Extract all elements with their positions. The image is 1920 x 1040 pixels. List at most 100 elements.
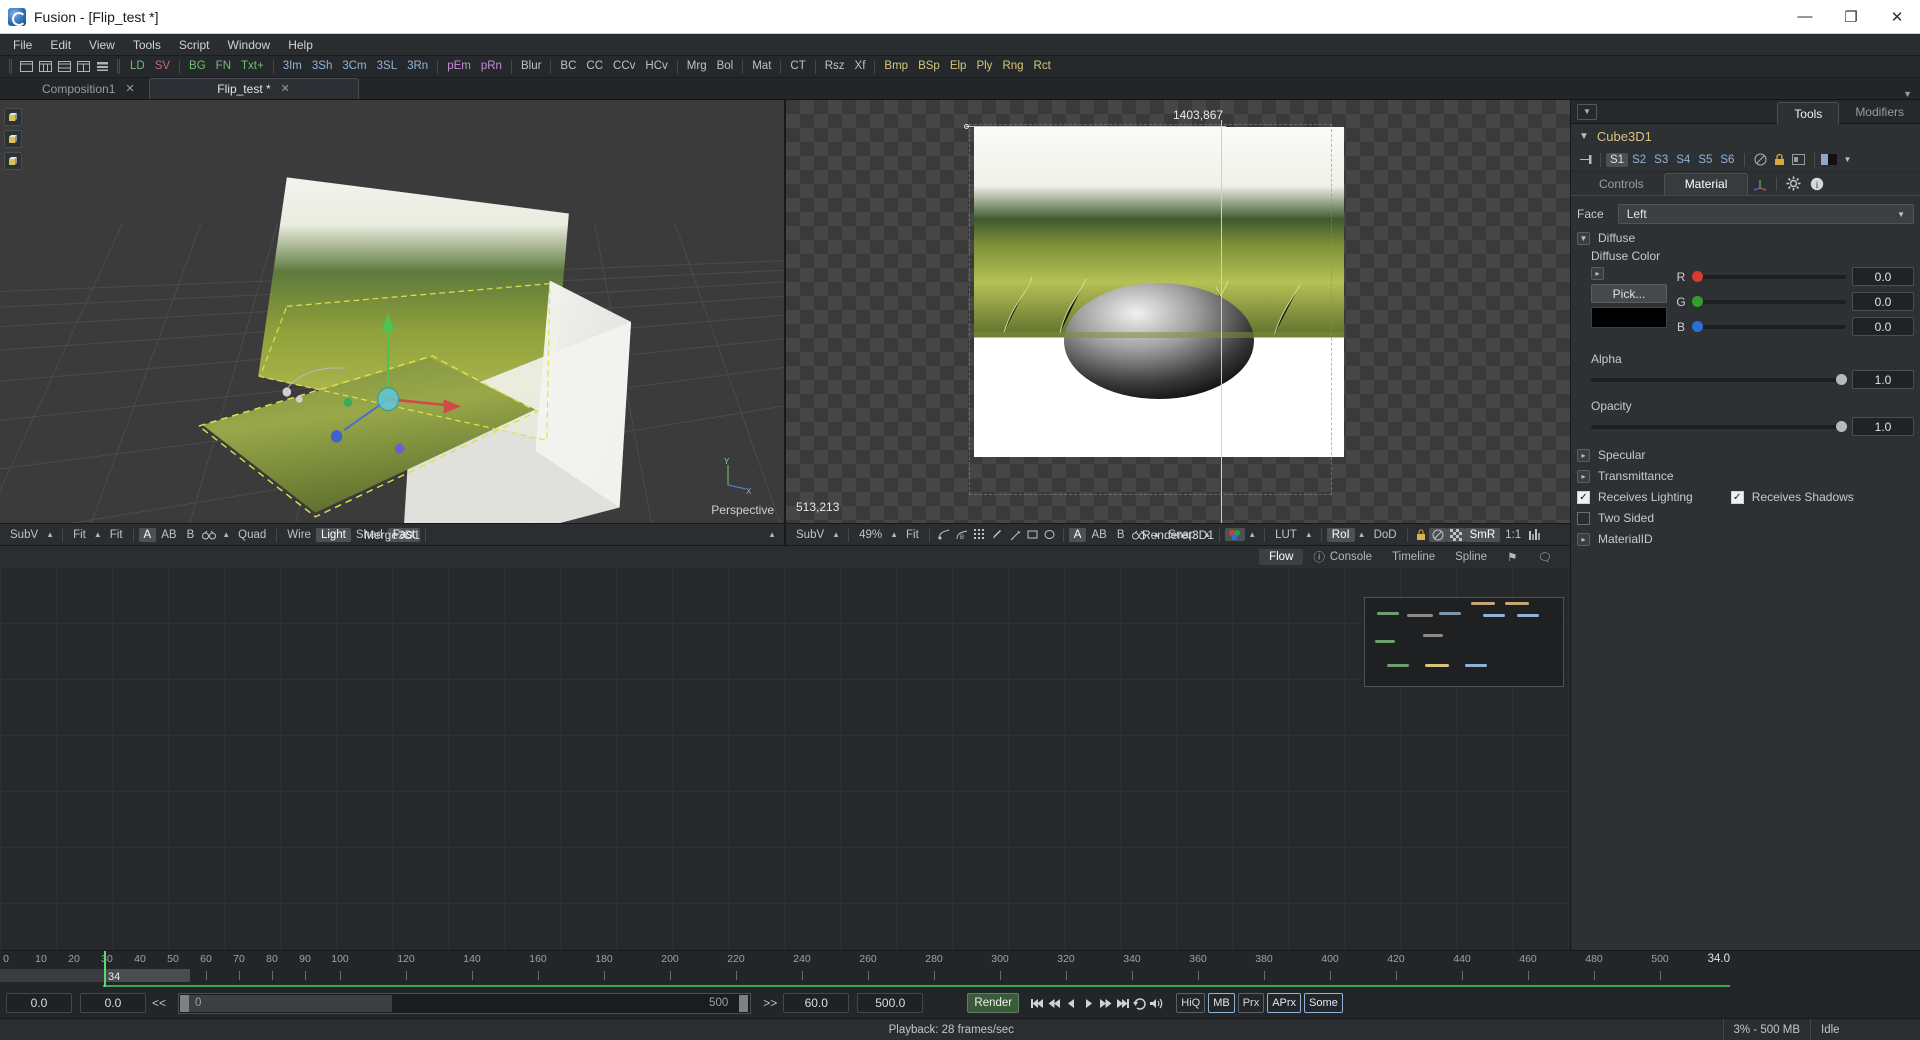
tool-bmp[interactable]: Bmp [879,58,913,75]
chevron-up-icon[interactable]: ▲ [1355,530,1369,539]
tool-bc[interactable]: BC [555,58,581,75]
channel-g-value[interactable]: 0.0 [1852,292,1914,311]
state-s5-button[interactable]: S5 [1694,153,1716,167]
ruler[interactable]: 0 10 20 30 40 50 60 70 80 90 100 120 140… [0,951,1920,989]
opacity-value[interactable]: 1.0 [1852,417,1914,436]
viewer-tool-3-icon[interactable] [4,152,22,170]
viewer-fit-button[interactable]: Fit [901,528,924,542]
timeline-ruler[interactable]: 0 10 20 30 40 50 60 70 80 90 100 120 140… [0,950,1920,988]
ellipse-tool-icon[interactable] [1041,528,1058,541]
viewer-dod-button[interactable]: DoD [1369,528,1402,542]
face-dropdown[interactable]: Left ▼ [1617,204,1914,224]
menu-window[interactable]: Window [219,35,280,55]
viewer-shad-button[interactable]: Shad [351,528,388,542]
tool-sv[interactable]: SV [150,58,175,75]
minimize-button[interactable]: — [1782,0,1828,33]
viewer-buffer-a-button[interactable]: A [138,527,157,542]
chevron-up-icon[interactable]: ▲ [829,530,843,539]
playhead[interactable] [104,951,106,987]
prx-button[interactable]: Prx [1237,993,1265,1013]
tool-3im[interactable]: 3Im [278,58,307,75]
state-s3-button[interactable]: S3 [1650,153,1672,167]
menu-edit[interactable]: Edit [41,35,80,55]
tool-xf[interactable]: Xf [850,58,871,75]
chevron-up-icon[interactable]: ▲ [765,530,779,539]
lock-icon[interactable] [1413,528,1429,542]
no-color-icon[interactable] [1428,527,1447,542]
state-s4-button[interactable]: S4 [1672,153,1694,167]
receives-lighting-checkbox[interactable]: ✓ [1577,490,1590,504]
specular-expander[interactable]: ▸ [1577,448,1590,462]
binoculars-icon[interactable] [1129,529,1149,541]
tool-3cm[interactable]: 3Cm [337,58,371,75]
specular-section[interactable]: ▸ Specular [1577,448,1914,462]
grid-tool-icon[interactable] [971,528,988,541]
layout-triple-icon[interactable] [55,58,74,75]
channel-b-value[interactable]: 0.0 [1852,317,1914,336]
flag-icon[interactable]: ⚑ [1497,548,1527,566]
tab-controls[interactable]: Controls [1579,174,1664,194]
checker-toggle-icon[interactable] [1446,527,1465,542]
viewer-light-button[interactable]: Light [315,527,351,542]
toolbar-grip-icon[interactable] [7,59,14,74]
slider-knob[interactable] [1836,420,1847,432]
color-swatch[interactable] [1591,307,1667,328]
slider-knob[interactable] [1692,295,1703,307]
close-icon[interactable]: ✕ [281,82,290,95]
viewer-right-canvas[interactable]: 1403,867 513,213 [786,100,1570,523]
viewer-wire-button[interactable]: Wire [282,528,316,542]
transmittance-expander[interactable]: ▸ [1577,469,1590,483]
first-frame-icon[interactable] [1029,993,1046,1013]
color-swatch-icon[interactable] [1821,151,1840,168]
channel-r-value[interactable]: 0.0 [1852,267,1914,286]
viewer-fit-a-button[interactable]: Fit [68,528,91,542]
chevron-down-icon[interactable]: ▼ [1903,89,1912,99]
node-graph-canvas[interactable]: Rectangle1 Terning.bmp Merge1 (Mrg) Cube… [0,567,1570,950]
info-icon[interactable]: i [1805,175,1829,193]
disable-icon[interactable] [1751,151,1770,168]
viewer-lut-button[interactable]: LUT [1270,528,1302,542]
tab-material[interactable]: Material [1663,172,1749,195]
viewer-snap-button[interactable]: Snap [1163,528,1200,542]
tool-fn[interactable]: FN [211,58,236,75]
render-start-field[interactable]: 0.0 [6,993,72,1013]
tool-rng[interactable]: Rng [997,58,1028,75]
transmittance-section[interactable]: ▸ Transmittance [1577,469,1914,483]
audio-icon[interactable] [1148,993,1165,1013]
aprx-button[interactable]: APrx [1267,993,1302,1013]
viewer-fast-button[interactable]: Fast [387,527,421,542]
mb-button[interactable]: MB [1208,993,1235,1013]
chevron-up-icon[interactable]: ▲ [91,530,105,539]
materialid-section[interactable]: ▸ MaterialID [1577,532,1914,546]
tab-console[interactable]: ⓘ Console [1303,547,1382,567]
pick-button[interactable]: Pick... [1591,284,1667,303]
loop-icon[interactable] [1131,993,1148,1013]
viewer-buffer-ab-button[interactable]: AB [1086,528,1111,542]
viewer-zoom-value[interactable]: 49% [854,528,887,542]
layout-stack-icon[interactable] [74,58,93,75]
channel-r-slider[interactable] [1692,270,1846,282]
script-icon[interactable] [1789,151,1808,168]
chevron-up-icon[interactable]: ▲ [1302,530,1316,539]
viewer-buffer-b-button[interactable]: B [1112,528,1130,542]
axis-3d-icon[interactable] [1748,175,1772,193]
toolbar-grip2-icon[interactable] [115,59,122,74]
global-end-field[interactable]: 500.0 [857,993,924,1013]
tool-rsz[interactable]: Rsz [820,58,850,75]
scrub-handle-right[interactable] [739,994,749,1012]
some-button[interactable]: Some [1304,993,1343,1013]
tool-elp[interactable]: Elp [945,58,972,75]
hiq-button[interactable]: HiQ [1176,993,1206,1013]
tool-rct[interactable]: Rct [1029,58,1056,75]
play-icon[interactable] [1080,993,1097,1013]
tool-3sh[interactable]: 3Sh [307,58,337,75]
chevron-down-icon[interactable]: ▼ [1577,103,1597,120]
tool-bg[interactable]: BG [184,58,211,75]
chevron-up-icon[interactable]: ▲ [1245,530,1259,539]
pick-tool-icon[interactable] [1006,528,1024,542]
viewer-buffer-b-button[interactable]: B [182,528,200,542]
tool-ld[interactable]: LD [125,58,150,75]
render-end-field[interactable]: 0.0 [80,993,146,1013]
prev-keyframe-button[interactable]: << [146,996,172,1010]
comment-icon[interactable]: 🗨 [1527,548,1562,566]
